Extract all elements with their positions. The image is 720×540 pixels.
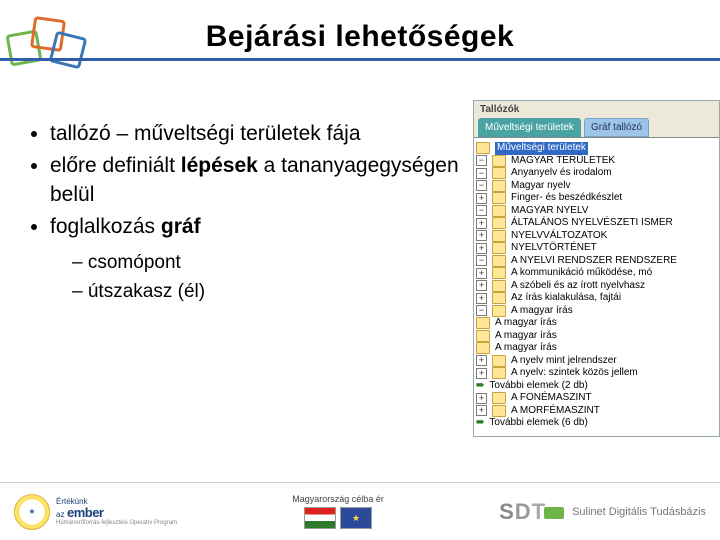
folder-icon — [492, 205, 506, 217]
tree-row[interactable]: +Az írás kialakulása, fajtái — [476, 292, 717, 305]
bullet-3: foglalkozás gráf csomópont útszakasz (él… — [50, 213, 460, 306]
expand-icon[interactable]: + — [476, 280, 487, 291]
eu-stars-icon: ★ — [14, 494, 50, 530]
tree-row[interactable]: +NYELVTÖRTÉNET — [476, 242, 717, 255]
folder-icon — [492, 192, 506, 204]
tree-row[interactable]: +A MORFÉMASZINT — [476, 405, 717, 418]
expand-icon[interactable]: + — [476, 193, 487, 204]
collapse-icon[interactable]: − — [476, 180, 487, 191]
tree-row[interactable]: +A nyelv: szintek közös jellem — [476, 367, 717, 380]
tree-row[interactable]: −Anyanyelv és irodalom — [476, 167, 717, 180]
tree-row[interactable]: −MAGYAR NYELV — [476, 205, 717, 218]
folder-icon — [492, 367, 506, 379]
footer-right-logo: SDT Sulinet Digitális Tudásbázis — [499, 501, 706, 523]
tab-graf[interactable]: Gráf tallózó — [584, 118, 649, 137]
folder-icon — [492, 292, 506, 304]
expand-icon[interactable]: + — [476, 230, 487, 241]
title-underline — [0, 58, 720, 61]
tree-row[interactable]: ➠További elemek (6 db) — [476, 417, 717, 430]
bullet-2: előre definiált lépések a tananyagegység… — [50, 152, 460, 209]
tab-strip: Műveltségi területek Gráf tallózó — [474, 118, 719, 137]
expand-icon[interactable]: + — [476, 368, 487, 379]
folder-icon — [492, 155, 506, 167]
folder-icon — [492, 392, 506, 404]
tree-row[interactable]: +A FONÉMASZINT — [476, 392, 717, 405]
body-text: tallózó – műveltségi területek fája előr… — [30, 120, 460, 310]
tree-row[interactable]: +A szóbeli és az írott nyelvhasz — [476, 280, 717, 293]
header: Bejárási lehetőségek — [0, 20, 720, 61]
tab-muvtelsegi[interactable]: Műveltségi területek — [478, 118, 581, 137]
expand-icon[interactable]: + — [476, 393, 487, 404]
tree-row[interactable]: −A NYELVI RENDSZER RENDSZERE — [476, 255, 717, 268]
subbullet-1: csomópont — [72, 249, 460, 278]
expand-icon[interactable]: + — [476, 243, 487, 254]
tree-view[interactable]: Műveltségi területek −MAGYAR TERÜLETEK −… — [474, 137, 719, 436]
tree-row[interactable]: −Magyar nyelv — [476, 180, 717, 193]
expand-icon[interactable]: + — [476, 268, 487, 279]
folder-icon — [492, 242, 506, 254]
collapse-icon[interactable]: − — [476, 255, 487, 266]
flag-eu-icon: ★ — [340, 507, 372, 529]
folder-icon — [492, 280, 506, 292]
subbullet-2: útszakasz (él) — [72, 278, 460, 307]
expand-icon[interactable]: + — [476, 218, 487, 229]
more-icon: ➠ — [476, 417, 484, 430]
sdt-logo-icon: SDT — [499, 501, 564, 523]
folder-icon — [492, 167, 506, 179]
panel-title: Tallózók — [474, 101, 719, 118]
collapse-icon[interactable]: − — [476, 168, 487, 179]
tree-row[interactable]: +ÁLTALÁNOS NYELVÉSZETI ISMER — [476, 217, 717, 230]
footer-mid-logo: Magyarország célba ér ★ — [292, 494, 384, 529]
page-icon — [476, 342, 490, 354]
folder-icon — [492, 305, 506, 317]
collapse-icon[interactable]: − — [476, 205, 487, 216]
tree-row[interactable]: −A magyar írás — [476, 305, 717, 318]
page-icon — [476, 330, 490, 342]
tree-row[interactable]: Műveltségi területek — [476, 142, 717, 155]
page-icon — [476, 317, 490, 329]
tree-row[interactable]: A magyar írás — [476, 317, 717, 330]
tree-row[interactable]: +A nyelv mint jelrendszer — [476, 355, 717, 368]
folder-icon — [492, 180, 506, 192]
tree-row[interactable]: +Finger- és beszédkészlet — [476, 192, 717, 205]
flag-hu-icon — [304, 507, 336, 529]
collapse-icon[interactable]: − — [476, 155, 487, 166]
more-icon: ➠ — [476, 380, 484, 393]
expand-icon[interactable]: + — [476, 405, 487, 416]
footer-left-logo: ★ Értékünk az ember Humánerőforrás-fejle… — [14, 494, 177, 530]
collapse-icon[interactable]: − — [476, 305, 487, 316]
expand-icon[interactable]: + — [476, 355, 487, 366]
slide-title: Bejárási lehetőségek — [0, 20, 720, 54]
tree-row[interactable]: +A kommunikáció működése, mó — [476, 267, 717, 280]
folder-icon — [492, 230, 506, 242]
tree-row[interactable]: ➠További elemek (2 db) — [476, 380, 717, 393]
tree-row[interactable]: +NYELVVÁLTOZATOK — [476, 230, 717, 243]
tree-browser-panel: Tallózók Műveltségi területek Gráf talló… — [473, 100, 720, 437]
tree-row[interactable]: A magyar írás — [476, 330, 717, 343]
expand-icon[interactable]: + — [476, 293, 487, 304]
folder-icon — [492, 217, 506, 229]
footer: ★ Értékünk az ember Humánerőforrás-fejle… — [0, 482, 720, 540]
tree-row[interactable]: −MAGYAR TERÜLETEK — [476, 155, 717, 168]
folder-icon — [492, 267, 506, 279]
tree-row[interactable]: A magyar írás — [476, 342, 717, 355]
folder-icon — [492, 255, 506, 267]
bullet-1: tallózó – műveltségi területek fája — [50, 120, 460, 148]
folder-icon — [492, 405, 506, 417]
folder-icon — [492, 355, 506, 367]
folder-icon — [476, 142, 490, 154]
